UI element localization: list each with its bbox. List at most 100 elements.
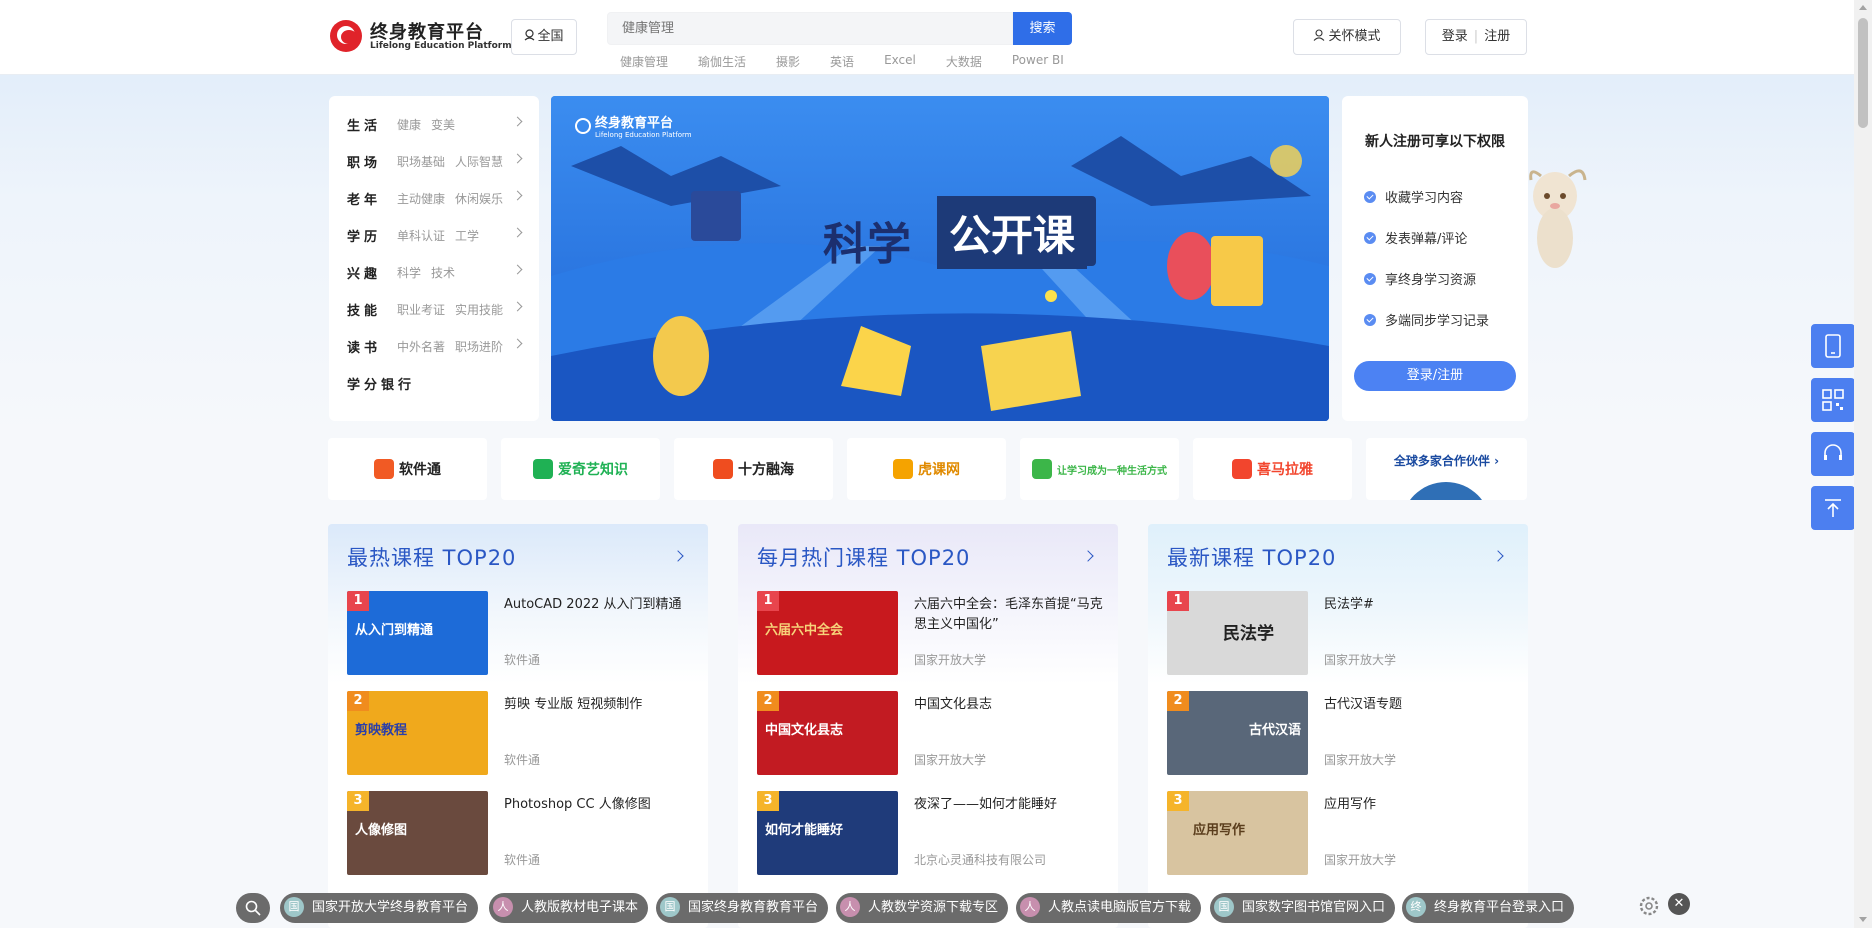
hot-word[interactable]: 瑜伽生活 (698, 53, 746, 69)
subcategory-link[interactable]: 实用技能 (455, 301, 503, 318)
quick-link[interactable]: 国国家开放大学终身教育平台 (280, 893, 479, 923)
partner-card[interactable]: 喜马拉雅 (1193, 438, 1352, 500)
course-item[interactable]: 1 六届六中全会 六届六中全会：毛泽东首提“马克思主义中国化” 国家开放大学 (757, 591, 1103, 675)
course-item[interactable]: 1 民法学 民法学# 国家开放大学 (1167, 591, 1509, 675)
scroll-thumb[interactable] (1858, 18, 1868, 128)
course-thumbnail: 3 如何才能睡好 (757, 791, 898, 875)
quick-link[interactable]: 国国家终身教育教育平台 (656, 893, 829, 923)
course-item[interactable]: 3 人像修图 Photoshop CC 人像修图 软件通 (347, 791, 689, 875)
care-mode-button[interactable]: 关怀模式 (1293, 19, 1401, 55)
subcategory-link[interactable]: 单科认证 (397, 227, 445, 244)
category-item[interactable]: 生活 健康 变美 (347, 106, 523, 143)
hot-word[interactable]: 大数据 (946, 53, 982, 69)
column-title[interactable]: 最热课程 TOP20 (347, 542, 516, 572)
customer-service-button[interactable] (1811, 432, 1854, 476)
course-item[interactable]: 2 古代汉语 古代汉语专题 国家开放大学 (1167, 691, 1509, 775)
course-item[interactable]: 2 中国文化县志 中国文化县志 国家开放大学 (757, 691, 1099, 775)
category-item[interactable]: 学分银行 (347, 365, 521, 402)
gear-icon[interactable] (1637, 894, 1661, 918)
partner-card[interactable]: 十方融海 (674, 438, 833, 500)
quick-link-label: 人教版教材电子课本 (521, 900, 639, 915)
course-item[interactable]: 2 剪映教程 剪映 专业版 短视频制作 软件通 (347, 691, 689, 775)
course-source: 国家开放大学 (1324, 653, 1397, 667)
login-link[interactable]: 登录 (1442, 29, 1468, 44)
close-icon[interactable]: ✕ (1668, 893, 1690, 915)
partner-card[interactable]: 爱奇艺知识 (501, 438, 660, 500)
course-item[interactable]: 3 如何才能睡好 夜深了——如何才能睡好 北京心灵通科技有限公司 (757, 791, 1099, 875)
course-thumbnail: 1 六届六中全会 (757, 591, 898, 675)
mascot-icon[interactable] (1525, 158, 1587, 273)
partner-card[interactable]: 虎课网 (847, 438, 1006, 500)
category-item[interactable]: 读书 中外名著 职场进阶 (347, 328, 523, 365)
scroll-up-arrow-icon[interactable] (1859, 5, 1867, 10)
benefit-item: 发表弹幕/评论 (1364, 217, 1489, 258)
site-badge-icon: 人 (1020, 896, 1040, 917)
course-source: 国家开放大学 (914, 753, 987, 767)
register-link[interactable]: 注册 (1484, 29, 1510, 44)
partner-name: 虎课网 (918, 462, 960, 478)
globe-icon (1401, 482, 1491, 500)
site-logo[interactable]: 终身教育平台 Lifelong Education Platform (330, 18, 512, 56)
quick-link[interactable]: 人人教数学资源下载专区 (836, 893, 1009, 923)
subcategory-link[interactable]: 主动健康 (397, 190, 445, 207)
search-input[interactable] (607, 12, 1013, 45)
scroll-down-arrow-icon[interactable] (1859, 917, 1867, 922)
subcategory-link[interactable]: 职场基础 (397, 153, 445, 170)
banner-brand-title: 终身教育平台 (595, 116, 674, 131)
hot-word[interactable]: 英语 (830, 53, 854, 69)
course-item[interactable]: 1 从入门到精通 AutoCAD 2022 从入门到精通 软件通 (347, 591, 689, 675)
mobile-app-button[interactable] (1811, 324, 1854, 368)
subcategory-link[interactable]: 中外名著 (397, 338, 445, 355)
login-register-button[interactable]: 登录/注册 (1354, 361, 1516, 391)
course-source: 国家开放大学 (914, 653, 987, 667)
partner-card[interactable]: 软件通 (328, 438, 487, 500)
course-item[interactable]: 3 应用写作 应用写作 国家开放大学 (1167, 791, 1509, 875)
category-item[interactable]: 兴趣 科学 技术 (347, 254, 523, 291)
category-name: 读书 (347, 341, 382, 356)
subcategory-link[interactable]: 工学 (455, 227, 479, 244)
subcategory-link[interactable]: 技术 (431, 264, 455, 281)
back-to-top-button[interactable] (1811, 486, 1854, 530)
vertical-scrollbar[interactable] (1854, 0, 1872, 928)
quick-link[interactable]: 人人教点读电脑版官方下载 (1016, 893, 1202, 923)
qr-code-button[interactable] (1811, 378, 1854, 422)
hero-banner[interactable]: 终身教育平台 Lifelong Education Platform 科学 公开… (551, 96, 1329, 421)
hot-word[interactable]: 摄影 (776, 53, 800, 69)
category-item[interactable]: 老年 主动健康 休闲娱乐 (347, 180, 523, 217)
chevron-right-icon[interactable] (1492, 550, 1504, 562)
category-item[interactable]: 职场 职场基础 人际智慧 (347, 143, 523, 180)
partner-name: 喜马拉雅 (1257, 462, 1313, 478)
partner-card[interactable]: 全球多家合作伙伴 › (1366, 438, 1527, 500)
category-menu: 生活 健康 变美 职场 职场基础 人际智慧 老年 主动健康 休闲娱乐 学历 单科认证 工学 兴趣… (329, 96, 539, 421)
hot-word[interactable]: 健康管理 (620, 53, 668, 69)
subcategory-link[interactable]: 职场进阶 (455, 338, 503, 355)
quick-link-label: 人教数学资源下载专区 (868, 900, 999, 915)
subcategory-link[interactable]: 休闲娱乐 (455, 190, 503, 207)
quick-link[interactable]: 人人教版教材电子课本 (489, 893, 649, 923)
column-title[interactable]: 每月热门课程 TOP20 (757, 542, 970, 572)
site-badge-icon: 国 (1214, 896, 1234, 917)
subcategory-link[interactable]: 职业考证 (397, 301, 445, 318)
chevron-right-icon[interactable] (1082, 550, 1094, 562)
rank-badge: 2 (1167, 691, 1189, 711)
category-name: 学历 (347, 230, 382, 245)
column-title[interactable]: 最新课程 TOP20 (1167, 542, 1336, 572)
quick-link[interactable]: 终终身教育平台登录入口 (1402, 893, 1575, 923)
partner-card[interactable]: 让学习成为一种生活方式 (1020, 438, 1179, 500)
region-label: 全国 (537, 29, 564, 44)
check-circle-icon (1364, 231, 1376, 244)
quick-link-label: 国家终身教育教育平台 (688, 900, 819, 915)
chevron-right-icon[interactable] (672, 550, 684, 562)
hot-word[interactable]: Power BI (1012, 53, 1064, 69)
search-button[interactable]: 搜索 (1013, 12, 1072, 45)
bottom-search-button[interactable] (236, 893, 270, 923)
subcategory-link[interactable]: 人际智慧 (455, 153, 503, 170)
quick-link[interactable]: 国国家数字图书馆官网入口 (1210, 893, 1396, 923)
subcategory-link[interactable]: 变美 (431, 116, 455, 133)
subcategory-link[interactable]: 科学 (397, 264, 421, 281)
category-item[interactable]: 学历 单科认证 工学 (347, 217, 523, 254)
category-item[interactable]: 技能 职业考证 实用技能 (347, 291, 523, 328)
region-button[interactable]: 全国 (511, 19, 577, 55)
subcategory-link[interactable]: 健康 (397, 116, 421, 133)
hot-word[interactable]: Excel (884, 53, 916, 69)
